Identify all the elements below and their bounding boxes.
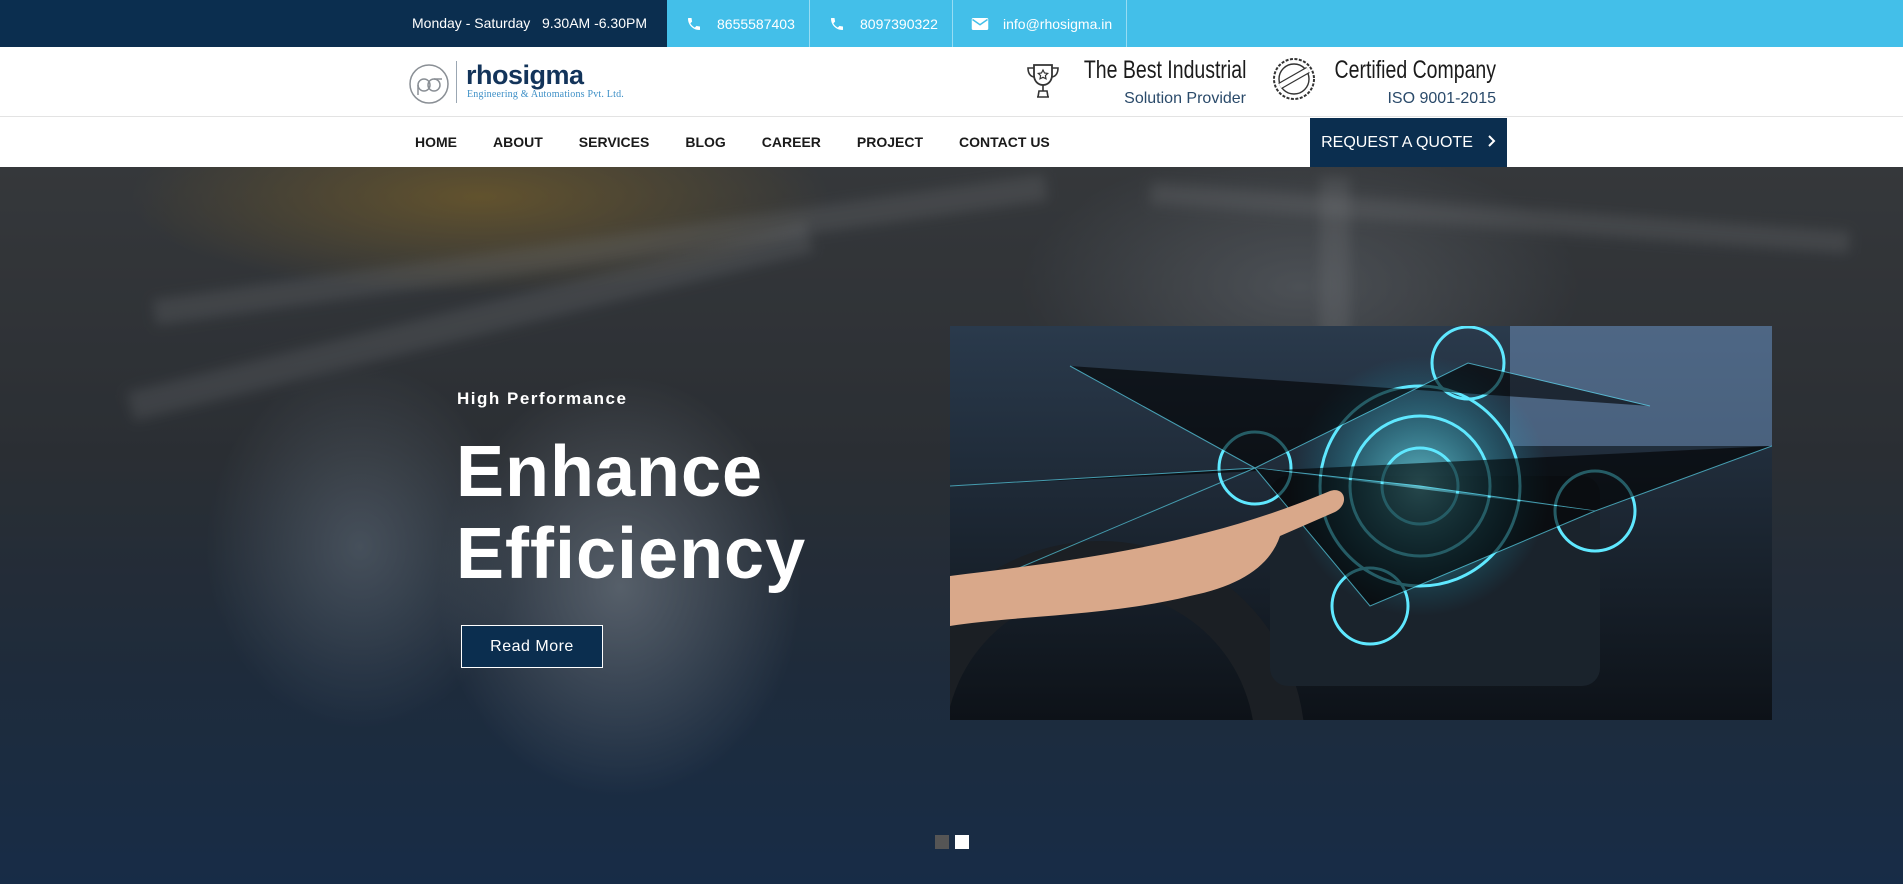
approved-stamp-icon (1273, 58, 1315, 100)
phone-link-1[interactable]: 8655587403 (667, 0, 810, 47)
badge-best-industrial-subtitle: Solution Provider (1124, 90, 1246, 107)
phone-icon (685, 15, 703, 33)
phone-link-2[interactable]: 8097390322 (810, 0, 953, 47)
hero-slider: High Performance Enhance Efficiency Read… (0, 167, 1903, 884)
nav-item-about[interactable]: ABOUT (475, 118, 561, 167)
hero-title: Enhance Efficiency (456, 431, 806, 595)
hero-title-line-1: Enhance (456, 432, 764, 512)
logo-divider (456, 61, 457, 103)
badge-certified-subtitle: ISO 9001-2015 (1387, 90, 1496, 107)
slide-dot-2[interactable] (955, 835, 969, 849)
main-navigation: HOME ABOUT SERVICES BLOG CAREER PROJECT … (0, 118, 1903, 167)
phone-number-2: 8097390322 (860, 15, 938, 32)
nav-item-career[interactable]: CAREER (744, 118, 839, 167)
read-more-button[interactable]: Read More (461, 625, 603, 668)
nav-item-home[interactable]: HOME (405, 118, 475, 167)
business-hours: Monday - Saturday 9.30AM -6.30PM (412, 15, 647, 31)
nav-item-contact-us[interactable]: CONTACT US (941, 118, 1068, 167)
email-link[interactable]: info@rhosigma.in (953, 0, 1127, 47)
badge-certified-title: Certified Company (1334, 56, 1496, 84)
chevron-right-icon (1487, 134, 1496, 152)
badge-best-industrial-title: The Best Industrial (1083, 56, 1246, 84)
slider-pagination (935, 835, 969, 849)
hero-eyebrow: High Performance (457, 389, 628, 408)
request-quote-button[interactable]: REQUEST A QUOTE (1310, 118, 1507, 167)
hero-dashboard-image (950, 326, 1772, 720)
envelope-icon (971, 15, 989, 33)
nav-item-services[interactable]: SERVICES (561, 118, 668, 167)
top-info-bar: Monday - Saturday 9.30AM -6.30PM 8655587… (0, 0, 1903, 47)
logo-tagline: Engineering & Automations Pvt. Ltd. (467, 89, 624, 100)
hero-title-line-2: Efficiency (456, 514, 807, 594)
logo-wordmark[interactable]: rhosigma (466, 60, 584, 91)
slide-dot-1[interactable] (935, 835, 949, 849)
rhosigma-logo-icon[interactable] (408, 63, 450, 105)
phone-number-1: 8655587403 (717, 15, 795, 32)
site-header: rhosigma Engineering & Automations Pvt. … (0, 47, 1903, 117)
nav-item-project[interactable]: PROJECT (839, 118, 941, 167)
trophy-icon (1027, 64, 1059, 98)
request-quote-label: REQUEST A QUOTE (1321, 133, 1473, 151)
email-address: info@rhosigma.in (1003, 15, 1113, 32)
nav-item-blog[interactable]: BLOG (667, 118, 743, 167)
phone-icon (828, 15, 846, 33)
